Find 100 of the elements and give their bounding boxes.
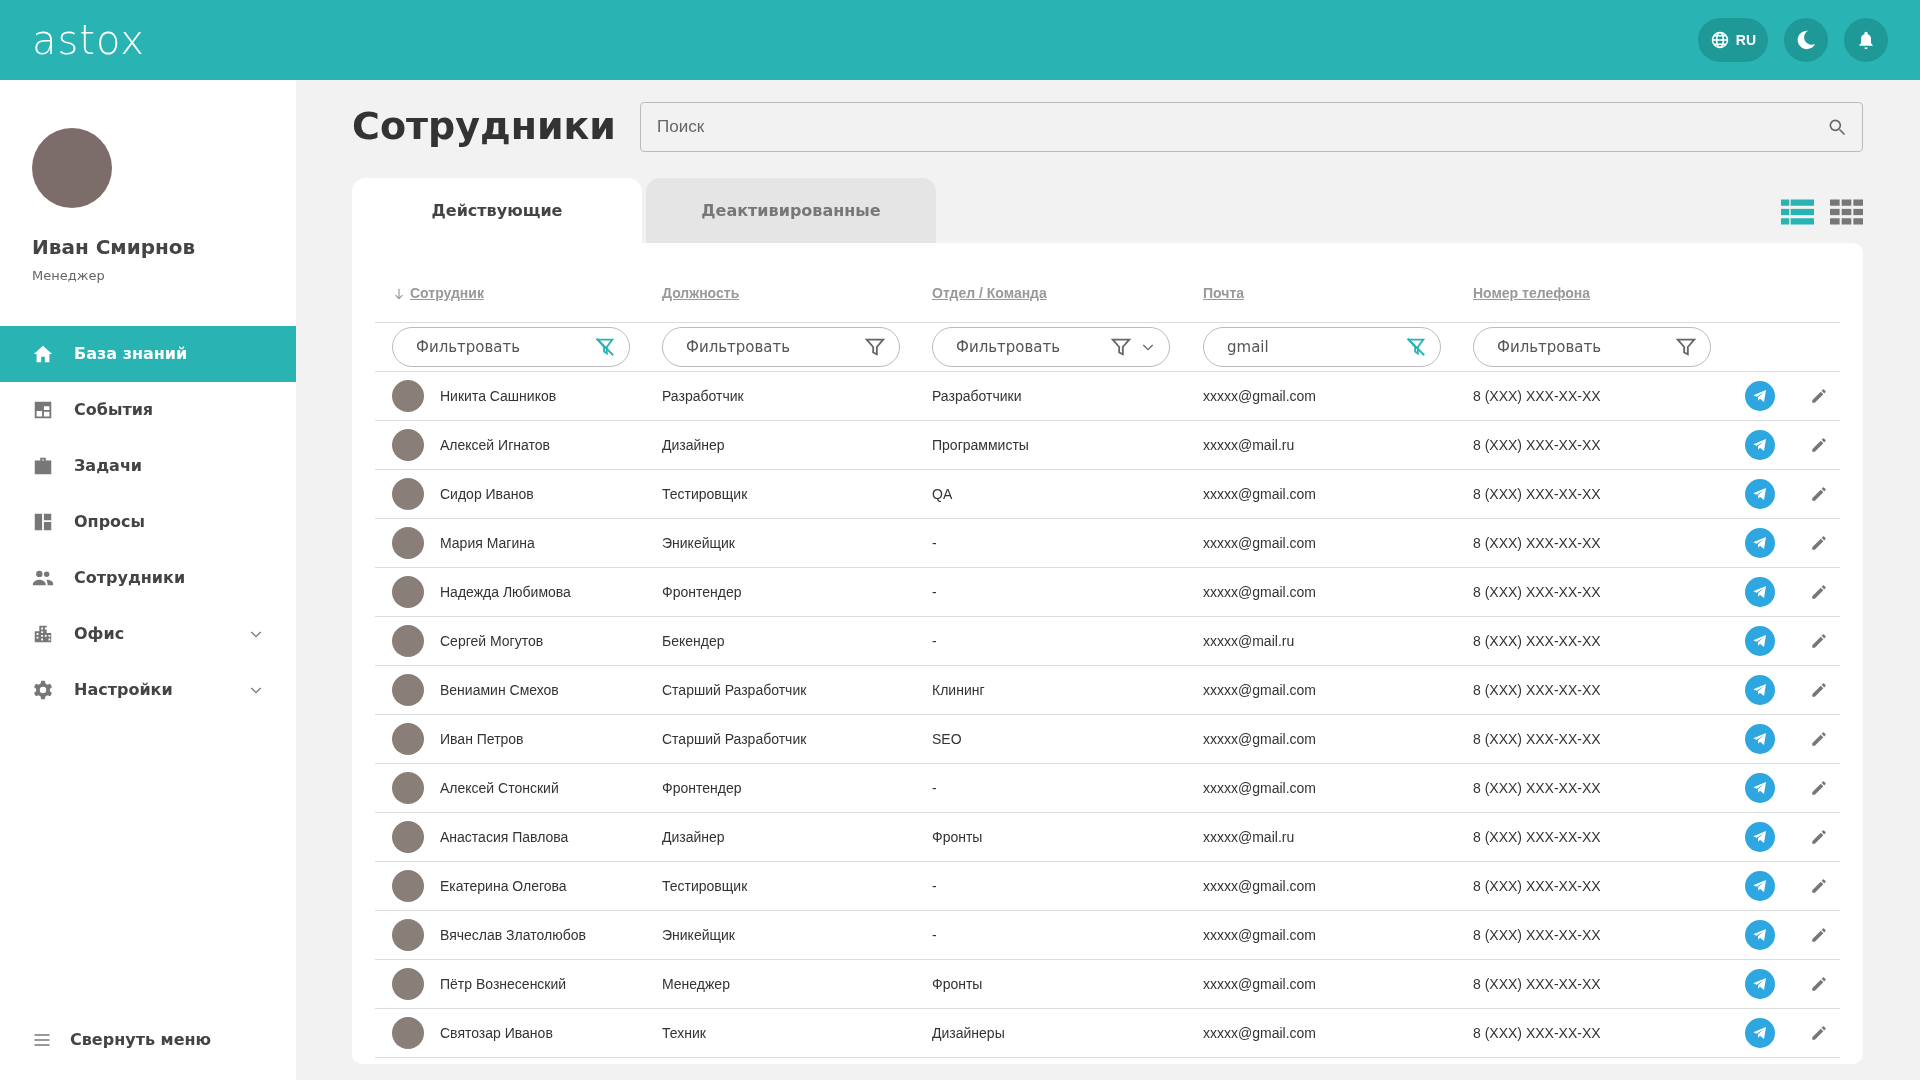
paper-plane-icon: [1752, 780, 1768, 796]
pencil-icon: [1810, 632, 1828, 650]
sidebar-item[interactable]: Опросы: [0, 493, 296, 550]
avatar-placeholder: [392, 380, 424, 412]
filter-field[interactable]: Фильтровать: [662, 327, 900, 367]
telegram-button[interactable]: [1745, 479, 1775, 509]
edit-button[interactable]: [1810, 485, 1828, 503]
table-cell: xxxxx@gmail.com: [1203, 681, 1316, 698]
telegram-button[interactable]: [1745, 528, 1775, 558]
table-cell: Фронты: [932, 828, 983, 845]
bell-icon: [1856, 30, 1876, 50]
table-cell: xxxxx@gmail.com: [1203, 583, 1316, 600]
theme-button[interactable]: [1784, 18, 1828, 62]
edit-button[interactable]: [1810, 975, 1828, 993]
collapse-menu-button[interactable]: Свернуть меню: [0, 1028, 244, 1052]
paper-plane-icon: [1752, 437, 1768, 453]
table-cell: xxxxx@gmail.com: [1203, 1024, 1316, 1041]
employee-name: Никита Сашников: [440, 386, 557, 406]
table-cell: Старший Разработчик: [662, 730, 807, 747]
table-cell: 8 (XXX) XXX-XX-XX: [1473, 387, 1601, 404]
edit-button[interactable]: [1810, 828, 1828, 846]
sidebar-item[interactable]: Офис: [0, 605, 296, 662]
table-cell: 8 (XXX) XXX-XX-XX: [1473, 1024, 1601, 1041]
telegram-button[interactable]: [1745, 577, 1775, 607]
sidebar-item[interactable]: Сотрудники: [0, 549, 296, 606]
table-cell: xxxxx@gmail.com: [1203, 534, 1316, 551]
gear-icon: [32, 678, 54, 701]
pencil-icon: [1810, 975, 1828, 993]
edit-button[interactable]: [1810, 436, 1828, 454]
edit-button[interactable]: [1810, 730, 1828, 748]
telegram-button[interactable]: [1745, 724, 1775, 754]
table-cell: 8 (XXX) XXX-XX-XX: [1473, 583, 1601, 600]
table-cell: Разработчик: [662, 387, 744, 404]
edit-button[interactable]: [1810, 387, 1828, 405]
edit-button[interactable]: [1810, 1024, 1828, 1042]
tab[interactable]: Деактивированные: [646, 178, 936, 243]
table-cell: xxxxx@gmail.com: [1203, 730, 1316, 747]
table-cell: Клининг: [932, 681, 985, 698]
paper-plane-icon: [1752, 976, 1768, 992]
filter-field[interactable]: Фильтровать: [392, 327, 630, 367]
sidebar-item[interactable]: События: [0, 381, 296, 438]
employee-name: Сергей Могутов: [440, 631, 544, 651]
avatar-placeholder: [392, 478, 424, 510]
table-cell: 8 (XXX) XXX-XX-XX: [1473, 779, 1601, 796]
table-cell: Фронтендер: [662, 779, 742, 796]
filter-field[interactable]: gmail: [1203, 327, 1441, 367]
logo: astox: [32, 20, 145, 60]
table-cell: -: [932, 583, 937, 600]
sidebar-item[interactable]: Задачи: [0, 437, 296, 494]
filter-field[interactable]: Фильтровать: [1473, 327, 1711, 367]
table-cell: 8 (XXX) XXX-XX-XX: [1473, 632, 1601, 649]
pencil-icon: [1810, 534, 1828, 552]
telegram-button[interactable]: [1745, 1018, 1775, 1048]
language-button[interactable]: RU: [1697, 18, 1768, 62]
telegram-button[interactable]: [1745, 920, 1775, 950]
telegram-button[interactable]: [1745, 969, 1775, 999]
pencil-icon: [1810, 436, 1828, 454]
edit-button[interactable]: [1810, 779, 1828, 797]
employee-name: Вячеслав Златолюбов: [440, 925, 586, 945]
table-cell: Бекендер: [662, 632, 725, 649]
list-view-button[interactable]: [1781, 197, 1814, 227]
edit-button[interactable]: [1810, 534, 1828, 552]
tab[interactable]: Действующие: [352, 178, 642, 243]
table-cell: Дизайнер: [662, 436, 725, 453]
edit-button[interactable]: [1810, 583, 1828, 601]
edit-button[interactable]: [1810, 681, 1828, 699]
table-cell: Старший Разработчик: [662, 681, 807, 698]
pencil-icon: [1810, 877, 1828, 895]
telegram-button[interactable]: [1745, 822, 1775, 852]
telegram-button[interactable]: [1745, 626, 1775, 656]
avatar-placeholder: [392, 576, 424, 608]
telegram-button[interactable]: [1745, 871, 1775, 901]
edit-button[interactable]: [1810, 926, 1828, 944]
paper-plane-icon: [1752, 731, 1768, 747]
employee-name: Алексей Игнатов: [440, 435, 550, 455]
edit-button[interactable]: [1810, 877, 1828, 895]
table-cell: -: [932, 877, 937, 894]
search-field[interactable]: Поиск: [640, 102, 1863, 152]
table-cell: 8 (XXX) XXX-XX-XX: [1473, 975, 1601, 992]
avatar-placeholder: [392, 919, 424, 951]
telegram-button[interactable]: [1745, 773, 1775, 803]
table-cell: xxxxx@mail.ru: [1203, 436, 1295, 453]
grid-view-button[interactable]: [1830, 197, 1863, 227]
sidebar-item[interactable]: Настройки: [0, 661, 296, 718]
table-cell: xxxxx@gmail.com: [1203, 926, 1316, 943]
avatar-placeholder: [392, 772, 424, 804]
table-cell: xxxxx@gmail.com: [1203, 485, 1316, 502]
pencil-icon: [1810, 730, 1828, 748]
edit-button[interactable]: [1810, 632, 1828, 650]
telegram-button[interactable]: [1745, 675, 1775, 705]
filter-field[interactable]: Фильтровать: [932, 327, 1170, 367]
table-cell: xxxxx@mail.ru: [1203, 632, 1295, 649]
notifications-button[interactable]: [1844, 18, 1888, 62]
telegram-button[interactable]: [1745, 381, 1775, 411]
employee-name: Иван Петров: [440, 729, 524, 749]
table-cell: 8 (XXX) XXX-XX-XX: [1473, 436, 1601, 453]
pencil-icon: [1810, 926, 1828, 944]
pencil-icon: [1810, 1024, 1828, 1042]
table-cell: Фронты: [932, 975, 983, 992]
telegram-button[interactable]: [1745, 430, 1775, 460]
